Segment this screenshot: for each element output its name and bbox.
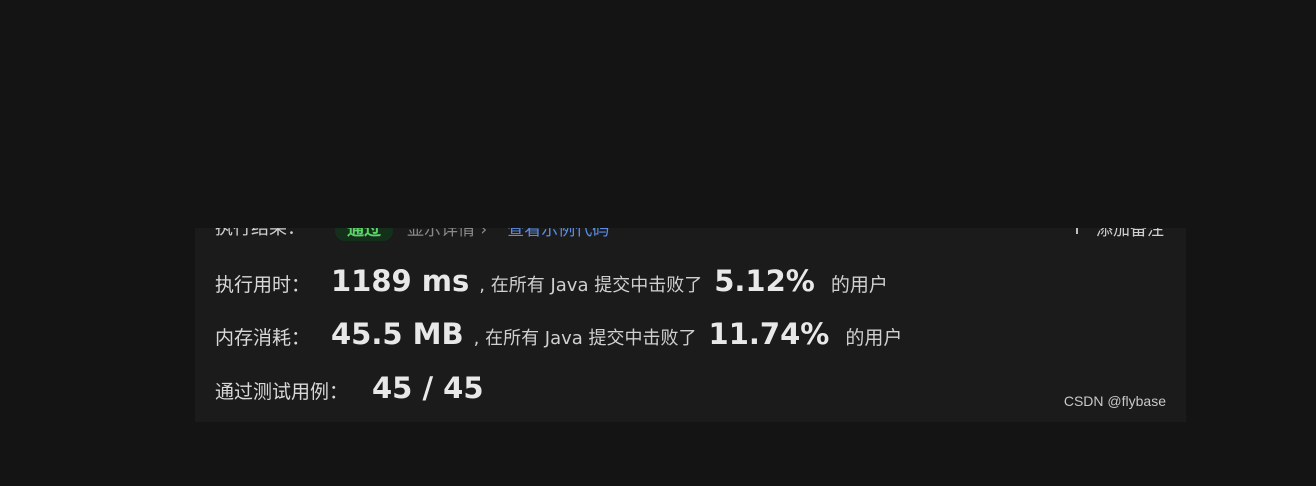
note-icon bbox=[1076, 228, 1084, 234]
memory-value: 45.5 MB bbox=[331, 317, 464, 351]
memory-text: , 在所有 Java 提交中击败了 bbox=[473, 328, 697, 349]
csdn-watermark: CSDN @flybase bbox=[1063, 393, 1166, 409]
runtime-row: 执行用时： 1189 ms , 在所有 Java 提交中击败了 5.12% 的用… bbox=[215, 264, 888, 298]
result-header-row: 执行结果： 通过 显示详情 › 查看示例代码 添加备注 bbox=[215, 228, 1164, 241]
runtime-label: 执行用时： bbox=[215, 274, 311, 296]
runtime-text: , 在所有 Java 提交中击败了 bbox=[479, 275, 703, 296]
memory-row: 内存消耗： 45.5 MB , 在所有 Java 提交中击败了 11.74% 的… bbox=[215, 317, 902, 351]
add-note-button[interactable]: 添加备注 bbox=[1076, 228, 1164, 240]
add-note-label: 添加备注 bbox=[1096, 228, 1164, 240]
tests-value: 45 / 45 bbox=[372, 371, 484, 405]
memory-percent: 11.74% bbox=[708, 317, 830, 351]
runtime-value: 1189 ms bbox=[331, 264, 470, 298]
runtime-percent: 5.12% bbox=[714, 264, 815, 298]
memory-label: 内存消耗： bbox=[215, 327, 311, 349]
status-badge: 通过 bbox=[335, 228, 393, 241]
memory-suffix: 的用户 bbox=[845, 327, 903, 349]
runtime-suffix: 的用户 bbox=[830, 274, 888, 296]
tests-label: 通过测试用例： bbox=[215, 381, 349, 403]
tests-row: 通过测试用例： 45 / 45 bbox=[215, 371, 484, 405]
page: 执行结果： 通过 显示详情 › 查看示例代码 添加备注 执行用时： 1189 m… bbox=[0, 0, 1316, 486]
show-details-link[interactable]: 显示详情 › bbox=[407, 228, 487, 240]
submission-result-panel: 执行结果： 通过 显示详情 › 查看示例代码 添加备注 执行用时： 1189 m… bbox=[195, 228, 1186, 422]
view-example-code-link[interactable]: 查看示例代码 bbox=[507, 228, 609, 240]
result-label: 执行结果： bbox=[215, 228, 305, 239]
